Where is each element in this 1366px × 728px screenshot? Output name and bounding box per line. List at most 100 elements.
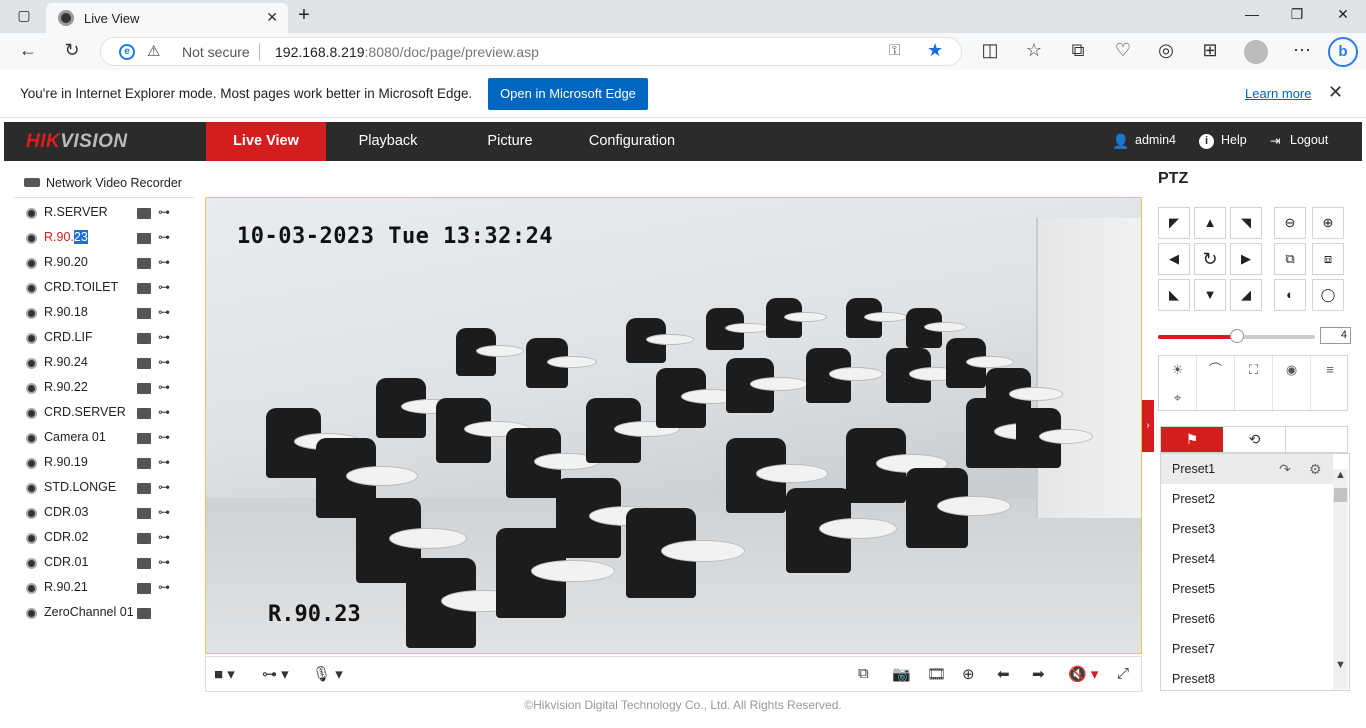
url-text[interactable]: 192.168.8.219:8080/doc/page/preview.asp: [275, 44, 539, 60]
username[interactable]: admin4: [1135, 133, 1176, 147]
camera-item[interactable]: CRD.SERVER ⊶: [26, 401, 196, 426]
playback-icon[interactable]: ⊶: [158, 305, 174, 321]
warning-icon[interactable]: ⚠: [147, 42, 160, 60]
minimize-icon[interactable]: —: [1242, 6, 1262, 22]
tab-pattern-empty[interactable]: [1287, 427, 1349, 452]
ptz-up-icon[interactable]: ▲: [1194, 207, 1226, 239]
stream-type-icon[interactable]: ⊶ ▾: [262, 665, 289, 683]
help-icon[interactable]: i: [1199, 134, 1214, 149]
ptz-down-icon[interactable]: ▼: [1194, 279, 1226, 311]
preset-item[interactable]: Preset3: [1161, 514, 1333, 544]
preset-item[interactable]: Preset2: [1161, 484, 1333, 514]
camera-item[interactable]: R.90.22 ⊶: [26, 376, 196, 401]
tab-playback[interactable]: Playback: [328, 122, 448, 161]
playback-icon[interactable]: ⊶: [158, 205, 174, 221]
camera-item[interactable]: ZeroChannel 01: [26, 601, 196, 626]
record-status-icon[interactable]: [137, 383, 151, 394]
ptz-speed-handle[interactable]: [1229, 329, 1244, 343]
tab-patrol-icon[interactable]: ⟲: [1224, 427, 1286, 452]
new-tab-icon[interactable]: +: [294, 4, 314, 27]
preset-item[interactable]: Preset5: [1161, 574, 1333, 604]
ptz-up-left-icon[interactable]: ◤: [1158, 207, 1190, 239]
stop-all-icon[interactable]: ⧉: [858, 665, 869, 682]
record-status-icon[interactable]: [137, 533, 151, 544]
camera-item[interactable]: CDR.02 ⊶: [26, 526, 196, 551]
not-secure-label[interactable]: Not secure: [182, 44, 250, 60]
zoom-in-icon[interactable]: ⊕: [1312, 207, 1344, 239]
playback-icon[interactable]: ⊶: [158, 480, 174, 496]
microphone-icon[interactable]: 🎙 ▾: [312, 665, 343, 683]
playback-icon[interactable]: ⊶: [158, 430, 174, 446]
preset-item[interactable]: Preset1 ↷ ⚙: [1161, 454, 1333, 484]
audio-mute-icon[interactable]: 🔇 ▾: [1068, 665, 1098, 683]
more-menu-icon[interactable]: ⋯: [1290, 40, 1314, 61]
record-status-icon[interactable]: [137, 433, 151, 444]
playback-icon[interactable]: ⊶: [158, 580, 174, 596]
ptz-panel-toggle[interactable]: ›: [1142, 400, 1154, 452]
ptz-auto-icon[interactable]: ↻: [1194, 243, 1226, 275]
open-in-edge-button[interactable]: Open in Microsoft Edge: [488, 78, 648, 110]
focus-far-icon[interactable]: ⧈: [1312, 243, 1344, 275]
learn-more-link[interactable]: Learn more: [1245, 86, 1311, 101]
playback-icon[interactable]: ⊶: [158, 405, 174, 421]
menu-icon[interactable]: ≡: [1311, 356, 1349, 384]
zoom-out-icon[interactable]: ⊖: [1274, 207, 1306, 239]
tab-picture[interactable]: Picture: [450, 122, 570, 161]
iris-open-icon[interactable]: ◯: [1312, 279, 1344, 311]
tab-configuration[interactable]: Configuration: [572, 122, 692, 161]
scroll-thumb[interactable]: [1334, 488, 1347, 502]
record-status-icon[interactable]: [137, 333, 151, 344]
preset-scrollbar[interactable]: ▲ ▼: [1333, 469, 1348, 689]
split-screen-icon[interactable]: ◫: [978, 40, 1002, 61]
playback-icon[interactable]: ⊶: [158, 530, 174, 546]
extensions-icon[interactable]: ⊞: [1198, 40, 1222, 61]
health-icon[interactable]: ♡: [1111, 40, 1135, 61]
playback-icon[interactable]: ⊶: [158, 355, 174, 371]
key-icon[interactable]: ⚿: [889, 42, 900, 59]
record-status-icon[interactable]: [137, 233, 151, 244]
camera-item[interactable]: CDR.01 ⊶: [26, 551, 196, 576]
camera-item[interactable]: CRD.LIF ⊶: [26, 326, 196, 351]
ie-mode-icon[interactable]: e: [119, 44, 135, 60]
playback-icon[interactable]: ⊶: [158, 505, 174, 521]
next-page-icon[interactable]: ➡: [1032, 665, 1045, 683]
preset-item[interactable]: Preset7: [1161, 634, 1333, 664]
logout-link[interactable]: Logout: [1290, 133, 1328, 147]
camera-item[interactable]: CRD.TOILET ⊶: [26, 276, 196, 301]
favorite-star-icon[interactable]: ★: [927, 40, 943, 61]
record-status-icon[interactable]: [137, 483, 151, 494]
restore-icon[interactable]: ❐: [1287, 6, 1307, 23]
record-status-icon[interactable]: [137, 408, 151, 419]
fullscreen-icon[interactable]: ⤢: [1117, 665, 1129, 682]
camera-item[interactable]: R.90.23 ⊶: [26, 226, 196, 251]
playback-icon[interactable]: ⊶: [158, 280, 174, 296]
bing-icon[interactable]: b: [1328, 37, 1358, 67]
scroll-up-icon[interactable]: ▲: [1333, 469, 1348, 481]
preset-item[interactable]: Preset8: [1161, 664, 1333, 690]
ptz-left-icon[interactable]: ◀: [1158, 243, 1190, 275]
focus-near-icon[interactable]: ⧉: [1274, 243, 1306, 275]
record-status-icon[interactable]: [137, 258, 151, 269]
record-status-icon[interactable]: [137, 308, 151, 319]
camera-item[interactable]: R.90.20 ⊶: [26, 251, 196, 276]
record-status-icon[interactable]: [137, 608, 151, 619]
scroll-down-icon[interactable]: ▼: [1333, 659, 1348, 671]
record-status-icon[interactable]: [137, 558, 151, 569]
browser-tab[interactable]: Live View ✕: [46, 3, 288, 33]
iris-close-icon[interactable]: ◐: [1274, 279, 1306, 311]
tab-preset-flag-icon[interactable]: ⚑: [1161, 427, 1223, 452]
call-preset-icon[interactable]: ↷: [1279, 454, 1291, 484]
window-layout-icon[interactable]: ■ ▾: [214, 665, 235, 683]
help-link[interactable]: Help: [1221, 133, 1247, 147]
camera-item[interactable]: R.90.21 ⊶: [26, 576, 196, 601]
3d-positioning-icon[interactable]: ⌖: [1159, 384, 1197, 412]
auto-focus-icon[interactable]: ⛶: [1235, 356, 1273, 384]
ptz-down-left-icon[interactable]: ◣: [1158, 279, 1190, 311]
record-status-icon[interactable]: [137, 508, 151, 519]
ptz-speed-value[interactable]: 4: [1320, 327, 1351, 344]
ptz-up-right-icon[interactable]: ◥: [1230, 207, 1262, 239]
preset-item[interactable]: Preset4: [1161, 544, 1333, 574]
record-status-icon[interactable]: [137, 208, 151, 219]
lens-init-icon[interactable]: ◉: [1273, 356, 1311, 384]
camera-item[interactable]: R.90.18 ⊶: [26, 301, 196, 326]
